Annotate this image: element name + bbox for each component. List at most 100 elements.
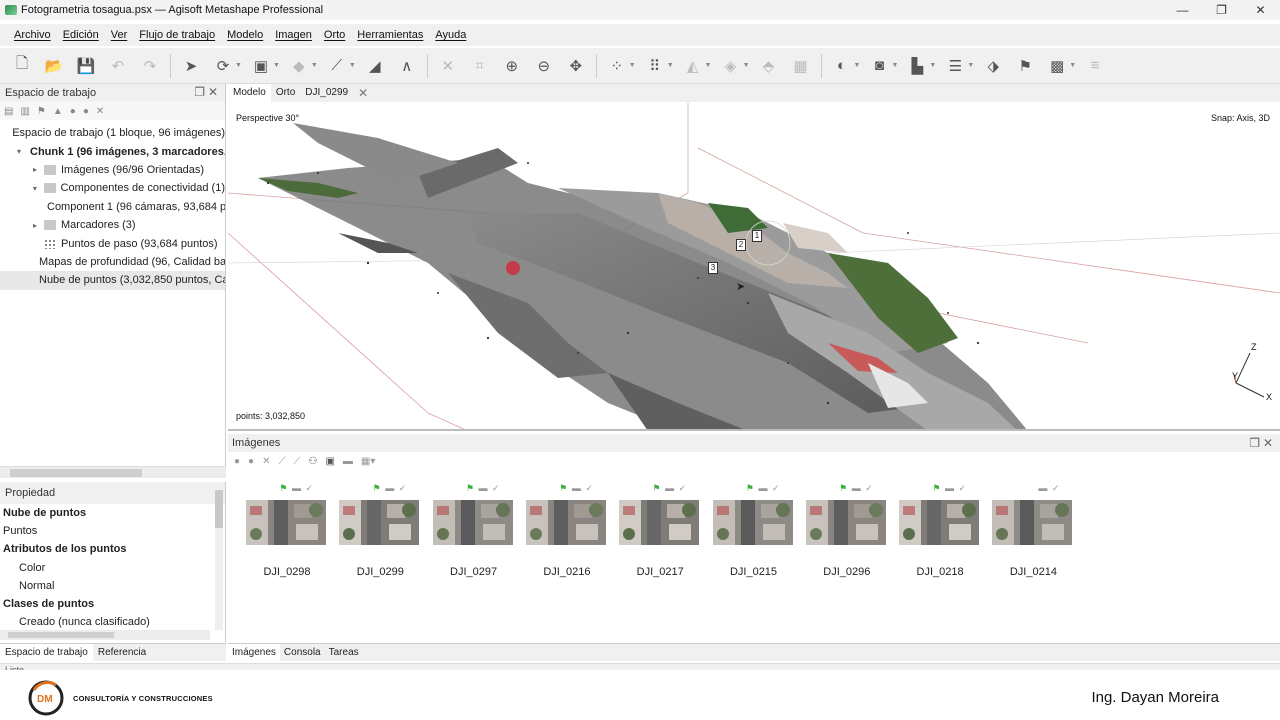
enable-icon[interactable]: ● (234, 456, 240, 467)
marker-shape-icon[interactable]: ⬗ (982, 55, 1004, 77)
property-row[interactable]: Normal (0, 577, 225, 595)
move-icon[interactable]: ✥ (565, 55, 587, 77)
property-row[interactable]: Creado (nunca clasificado) (0, 613, 225, 631)
tree-row[interactable]: Puntos de paso (93,684 puntos) (0, 234, 225, 252)
delete-selection-icon[interactable]: ✕ (437, 55, 459, 77)
tab-referencia[interactable]: Referencia (93, 644, 151, 661)
point-cloud-icon[interactable]: ⁘ (606, 55, 628, 77)
redo-icon[interactable]: ↷ (139, 55, 161, 77)
binoculars-icon[interactable]: ⚇ (308, 456, 317, 467)
mesh-icon[interactable]: ◭ (682, 55, 704, 77)
marker-2[interactable]: 2 (736, 239, 746, 251)
expand-arrow-icon[interactable]: ▸ (30, 221, 40, 230)
reset-icon[interactable]: ⟋ (278, 456, 285, 467)
tab-modelo[interactable]: Modelo (228, 84, 271, 102)
property-row[interactable]: Atributos de los puntos (0, 540, 225, 558)
enable-icon[interactable]: ● (70, 106, 76, 117)
menu-flujo-de-trabajo[interactable]: Flujo de trabajo (133, 29, 221, 41)
remove-icon[interactable]: ✕ (262, 456, 270, 467)
tab-imagenes[interactable]: Imágenes (228, 644, 280, 661)
properties-vertical-scrollbar[interactable] (215, 490, 223, 630)
list-lines-icon[interactable]: ☰ (944, 55, 966, 77)
property-row[interactable]: Puntos (0, 522, 225, 540)
panel-float-close-icon[interactable]: ❐✕ (194, 85, 221, 99)
image-thumbnail[interactable]: ⚑ ▬ ✓ DJI_0216 (517, 480, 610, 580)
shape-icon[interactable]: ◆ (288, 55, 310, 77)
chevron-down-icon[interactable]: ▼ (629, 62, 636, 69)
image-view-icon[interactable]: ▩ (1046, 55, 1068, 77)
undo-icon[interactable]: ↶ (107, 55, 129, 77)
ruler-icon[interactable]: ⟋ (326, 55, 348, 77)
rotate-object-icon[interactable]: ⟳ (212, 55, 234, 77)
image-thumbnail[interactable]: ⚑ ▬ ✓ DJI_0218 (890, 480, 983, 580)
tree-row[interactable]: ▾ Componentes de conectividad (1) (0, 179, 225, 197)
tree-row[interactable]: Espacio de trabajo (1 bloque, 96 imágene… (0, 124, 225, 142)
chevron-down-icon[interactable]: ▼ (235, 62, 242, 69)
image-thumbnail[interactable]: ⚑ ▬ ✓ DJI_0217 (610, 480, 703, 580)
disable-icon[interactable]: ● (83, 106, 89, 117)
property-row[interactable]: Nube de puntos (0, 504, 225, 522)
menu-archivo[interactable]: Archivo (8, 29, 57, 41)
chevron-down-icon[interactable]: ▼ (929, 62, 936, 69)
tab-dji-0299[interactable]: DJI_0299 (300, 84, 353, 102)
pin-icon[interactable]: ▲ (53, 106, 63, 117)
zoom-out-icon[interactable]: ⊖ (533, 55, 555, 77)
image-thumbnail[interactable]: ⚑ ▬ ✓ DJI_0296 (797, 480, 890, 580)
camera-projector-icon[interactable]: ▙ (906, 55, 928, 77)
select-cursor-icon[interactable]: ➤ (180, 55, 202, 77)
workspace-horizontal-scrollbar[interactable] (0, 466, 226, 478)
model-viewport[interactable]: 1 2 3 Perspective 30° Snap: Axis, 3D poi… (228, 103, 1280, 431)
camera-icon[interactable]: ◙ (868, 55, 890, 77)
dense-cloud-icon[interactable]: ⠿ (644, 55, 666, 77)
eraser-icon[interactable]: ◢ (364, 55, 386, 77)
property-row[interactable]: Clases de puntos (0, 595, 225, 613)
tab-tareas[interactable]: Tareas (325, 644, 363, 661)
tree-row[interactable]: Component 1 (96 cámaras, 93,684 punt (0, 198, 225, 216)
scrollbar-thumb[interactable] (10, 469, 142, 477)
save-icon[interactable]: 💾 (75, 55, 97, 77)
property-row[interactable]: Color (0, 559, 225, 577)
point-cloud-view[interactable] (228, 103, 1280, 431)
close-tab-icon[interactable]: ✕ (353, 84, 373, 102)
tree-row[interactable]: ▾ Chunk 1 (96 imágenes, 3 marcadores, 93 (0, 142, 225, 160)
rectangle-selection-icon[interactable]: ▣ (250, 55, 272, 77)
chevron-down-icon[interactable]: ▼ (891, 62, 898, 69)
tree-row[interactable]: ▸ Marcadores (3) (0, 216, 225, 234)
chevron-down-icon[interactable]: ▼ (311, 62, 318, 69)
tree-row[interactable]: ▸ Imágenes (96/96 Orientadas) (0, 161, 225, 179)
new-document-icon[interactable]: 🗋 (11, 55, 33, 77)
menu-edicion[interactable]: Edición (57, 29, 105, 41)
image-thumbnail[interactable]: ⚑ ▬ ✓ DJI_0215 (704, 480, 797, 580)
expand-arrow-icon[interactable]: ▸ (30, 165, 40, 174)
panel-float-close-icon[interactable]: ❐✕ (1249, 434, 1276, 452)
image-thumbnail[interactable]: ⚑ ▬ ✓ DJI_0299 (330, 480, 423, 580)
chevron-down-icon[interactable]: ▼ (854, 62, 861, 69)
add-marker-icon[interactable]: ⚑ (37, 106, 46, 117)
add-chunk-icon[interactable]: ▤ (4, 106, 13, 117)
image-thumbnail[interactable]: ⚑ ▬ ✓ DJI_0297 (424, 480, 517, 580)
expand-arrow-icon[interactable]: ▾ (17, 147, 21, 156)
restore-button[interactable]: ❐ (1202, 0, 1241, 20)
marker-1[interactable]: 1 (752, 230, 762, 242)
chevron-down-icon[interactable]: ▼ (273, 62, 280, 69)
menu-herramientas[interactable]: Herramientas (351, 29, 429, 41)
menu-ver[interactable]: Ver (105, 29, 134, 41)
chevron-down-icon[interactable]: ▼ (667, 62, 674, 69)
view-grid-icon[interactable]: ▦▾ (361, 456, 375, 467)
add-photos-icon[interactable]: ▥ (20, 106, 29, 117)
chevron-down-icon[interactable]: ▼ (349, 62, 356, 69)
menu-modelo[interactable]: Modelo (221, 29, 269, 41)
rotate-icon[interactable]: ⟋ (293, 456, 300, 467)
menu-orto[interactable]: Orto (318, 29, 351, 41)
zoom-in-icon[interactable]: ⊕ (501, 55, 523, 77)
image-thumbnail[interactable]: ▬ ✓ DJI_0214 (983, 480, 1076, 580)
line-tool-icon[interactable]: ∧ (396, 55, 418, 77)
globe-icon[interactable]: ◐ (831, 55, 853, 77)
remove-icon[interactable]: ✕ (96, 106, 104, 117)
disable-icon[interactable]: ● (248, 456, 254, 467)
tree-row[interactable]: Mapas de profundidad (96, Calidad baj (0, 253, 225, 271)
menu-imagen[interactable]: Imagen (269, 29, 318, 41)
flag-icon[interactable]: ⚑ (1014, 55, 1036, 77)
image-thumbnail[interactable]: ⚑ ▬ ✓ DJI_0298 (237, 480, 330, 580)
properties-horizontal-scrollbar[interactable] (0, 630, 210, 640)
